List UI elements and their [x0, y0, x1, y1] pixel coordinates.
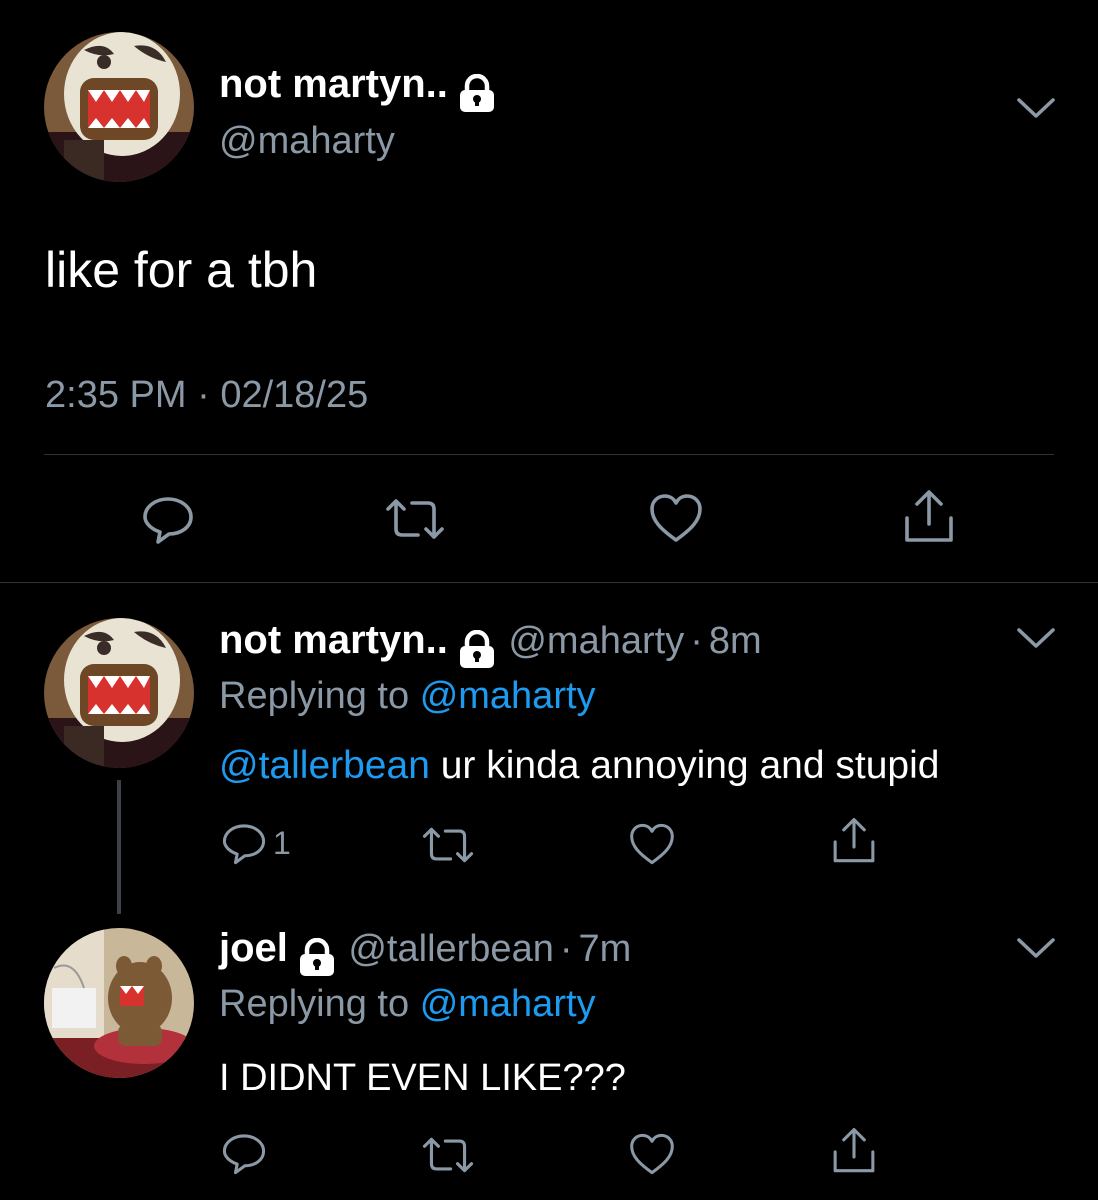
reply-icon[interactable] — [141, 492, 195, 546]
reply-count: 1 — [273, 824, 291, 861]
replying-prefix: Replying to — [219, 983, 410, 1025]
lock-icon — [458, 73, 496, 112]
avatar[interactable] — [44, 618, 194, 768]
author-block: not martyn.. @maharty — [219, 60, 496, 165]
display-name[interactable]: not martyn.. — [219, 618, 448, 662]
reply-text: @tallerbean ur kinda annoying and stupid — [219, 740, 939, 792]
reply-icon[interactable] — [221, 1130, 267, 1176]
time: 2:35 PM — [45, 374, 187, 416]
reply-button[interactable]: 1 — [221, 820, 291, 866]
reply-header: joel @tallerbean · 7m — [219, 922, 631, 983]
reply-header: not martyn.. @maharty · 8m — [219, 614, 762, 675]
age: 7m — [578, 928, 632, 970]
date: 02/18/25 — [220, 374, 369, 416]
tweet-text: like for a tbh — [45, 242, 318, 298]
chevron-down-icon[interactable] — [1016, 936, 1056, 960]
chevron-down-icon[interactable] — [1016, 626, 1056, 650]
retweet-icon[interactable] — [421, 1134, 475, 1176]
timestamp: 2:35 PM · 02/18/25 — [45, 370, 368, 420]
retweet-icon[interactable] — [421, 824, 475, 866]
lock-icon — [298, 937, 336, 976]
section-divider — [0, 582, 1098, 583]
display-name[interactable]: joel — [219, 926, 288, 970]
lock-icon — [458, 629, 496, 668]
dot: · — [690, 620, 703, 662]
replying-to-link[interactable]: @maharty — [420, 675, 596, 717]
handle[interactable]: @tallerbean — [348, 928, 553, 970]
like-icon[interactable] — [628, 1132, 676, 1176]
avatar[interactable] — [44, 928, 194, 1078]
share-icon[interactable] — [901, 488, 957, 546]
avatar[interactable] — [44, 32, 194, 182]
divider — [44, 454, 1054, 455]
reply-icon — [221, 820, 267, 866]
replying-to-link[interactable]: @maharty — [420, 983, 596, 1025]
age: 8m — [708, 620, 762, 662]
chevron-down-icon[interactable] — [1016, 96, 1056, 120]
reply-text: I DIDNT EVEN LIKE??? — [219, 1057, 626, 1099]
replying-prefix: Replying to — [219, 675, 410, 717]
replying-to: Replying to @maharty — [219, 670, 596, 722]
like-icon[interactable] — [628, 822, 676, 866]
mention-link[interactable]: @tallerbean — [219, 744, 430, 787]
share-icon[interactable] — [830, 1126, 878, 1176]
handle[interactable]: @maharty — [508, 620, 684, 662]
like-icon[interactable] — [648, 492, 704, 544]
display-name[interactable]: not martyn.. — [219, 62, 448, 106]
retweet-icon[interactable] — [384, 495, 446, 543]
separator: · — [197, 374, 210, 416]
replying-to: Replying to @maharty — [219, 978, 596, 1030]
reply-body: ur kinda annoying and stupid — [429, 744, 940, 787]
dot: · — [559, 928, 573, 970]
handle[interactable]: @maharty — [219, 117, 496, 165]
thread-line — [117, 780, 121, 914]
share-icon[interactable] — [830, 816, 878, 866]
